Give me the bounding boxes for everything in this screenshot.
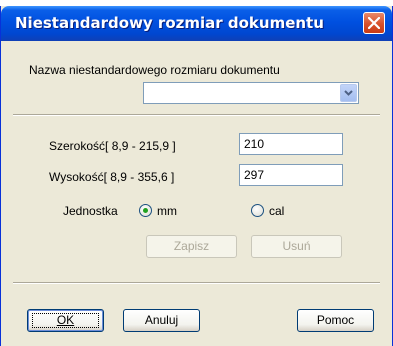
radio-selected-dot [143,208,148,213]
unit-cal-radio[interactable] [251,204,264,217]
cancel-button[interactable]: Anuluj [123,309,200,332]
close-button[interactable] [363,12,385,34]
unit-cal-label[interactable]: cal [269,204,284,218]
ok-button[interactable]: OK [27,309,104,332]
separator [13,114,380,116]
dialog-window: Niestandardowy rozmiar dokumentu Nazwa n… [0,6,393,346]
size-name-combobox[interactable] [143,82,359,104]
unit-mm-radio[interactable] [139,204,152,217]
width-label: Szerokość[ 8,9 - 215,9 ] [49,139,176,153]
unit-label: Jednostka [63,204,118,218]
height-label: Wysokość[ 8,9 - 355,6 ] [49,170,175,184]
save-button[interactable]: Zapisz [146,235,237,258]
delete-button[interactable]: Usuń [251,235,342,258]
dropdown-button[interactable] [340,84,357,102]
name-label: Nazwa niestandardowego rozmiaru dokument… [29,63,280,77]
unit-mm-label[interactable]: mm [157,204,177,218]
width-input[interactable]: 210 [239,133,343,155]
close-icon [368,17,380,29]
dialog-title: Niestandardowy rozmiar dokumentu [15,14,324,32]
height-input[interactable]: 297 [239,164,343,186]
ok-label: OK [56,313,75,327]
help-button[interactable]: Pomoc [297,309,374,332]
separator [13,282,380,284]
title-bar: Niestandardowy rozmiar dokumentu [1,6,392,41]
chevron-down-icon [344,90,353,96]
